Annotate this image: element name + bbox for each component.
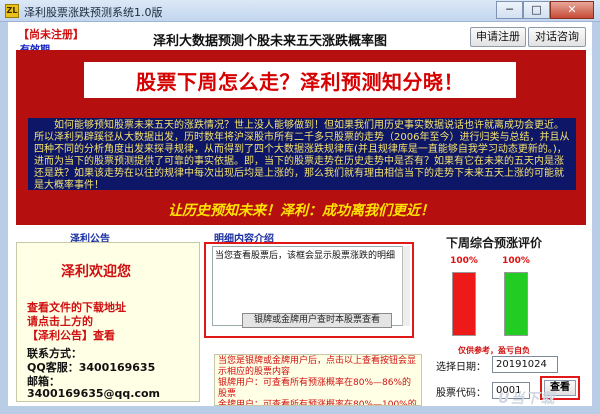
window-title: 泽利股票涨跌预测系统1.0版: [24, 6, 163, 19]
watermark-logo: U当下载: [498, 391, 556, 407]
title-bar: ZL 泽利股票涨跌预测系统1.0版 ─ □ ✕: [0, 0, 600, 22]
slogan-text: 股票下周怎么走？泽利预测知分晓！: [136, 70, 464, 94]
main-panel: 【尚未注册】 有效期 泽利大数据预测个股未来五天涨跌概率图 申请注册 对话咨询 …: [8, 22, 592, 406]
date-field[interactable]: 20191024: [492, 356, 558, 373]
intro-text: 如何能够预知股票未来五天的涨跌情况？世上没人能够做到！但如果我们用历史事实数据说…: [28, 118, 576, 190]
motto-text: 让历史预知未来！泽利：成功离我们更近！: [168, 203, 434, 219]
app-icon: ZL: [5, 4, 19, 18]
minimize-button[interactable]: ─: [496, 1, 523, 19]
disclaimer-note: 仅供参考，盈亏自负: [458, 346, 530, 355]
page-title: 泽利大数据预测个股未来五天涨跌概率图: [153, 34, 388, 49]
consult-button[interactable]: 对话咨询: [528, 27, 586, 47]
membership-note: 当您是银牌或金牌用户后，点击以上查看按钮会显示相应的股票内容 银牌用户：可查看所…: [214, 354, 422, 406]
detail-scrollbar[interactable]: [402, 246, 410, 326]
forecast-title: 下周综合预涨评价: [446, 236, 543, 250]
register-button[interactable]: 申请注册: [470, 27, 526, 47]
slogan-box: 股票下周怎么走？泽利预测知分晓！: [84, 62, 516, 98]
welcome-text: 泽利欢迎您: [61, 264, 131, 280]
left-bar: [452, 272, 476, 336]
window-controls: ─ □ ✕: [496, 1, 594, 19]
code-label: 股票代码：: [436, 388, 486, 399]
left-percent: 100%: [450, 256, 478, 266]
announce-line-3: 【泽利公告】查看: [27, 329, 115, 342]
right-percent: 100%: [502, 256, 530, 266]
right-bar: [504, 272, 528, 336]
right-bar-fill: [505, 273, 527, 335]
red-banner: 股票下周怎么走？泽利预测知分晓！ 如何能够预知股票未来五天的涨跌情况？世上没人能…: [16, 50, 586, 225]
email-address: 3400169635@qq.com: [27, 387, 161, 400]
close-button[interactable]: ✕: [550, 1, 594, 19]
unregistered-label: 【尚未注册】: [18, 28, 84, 41]
left-bar-fill: [453, 273, 475, 335]
announcement-panel: 泽利欢迎您 查看文件的下载地址 请点击上方的 【泽利公告】查看 联系方式： QQ…: [16, 242, 200, 402]
premium-query-button[interactable]: 银牌或金牌用户查时本股票查看: [242, 313, 392, 328]
maximize-button[interactable]: □: [523, 1, 550, 19]
date-label: 选择日期：: [436, 362, 486, 373]
